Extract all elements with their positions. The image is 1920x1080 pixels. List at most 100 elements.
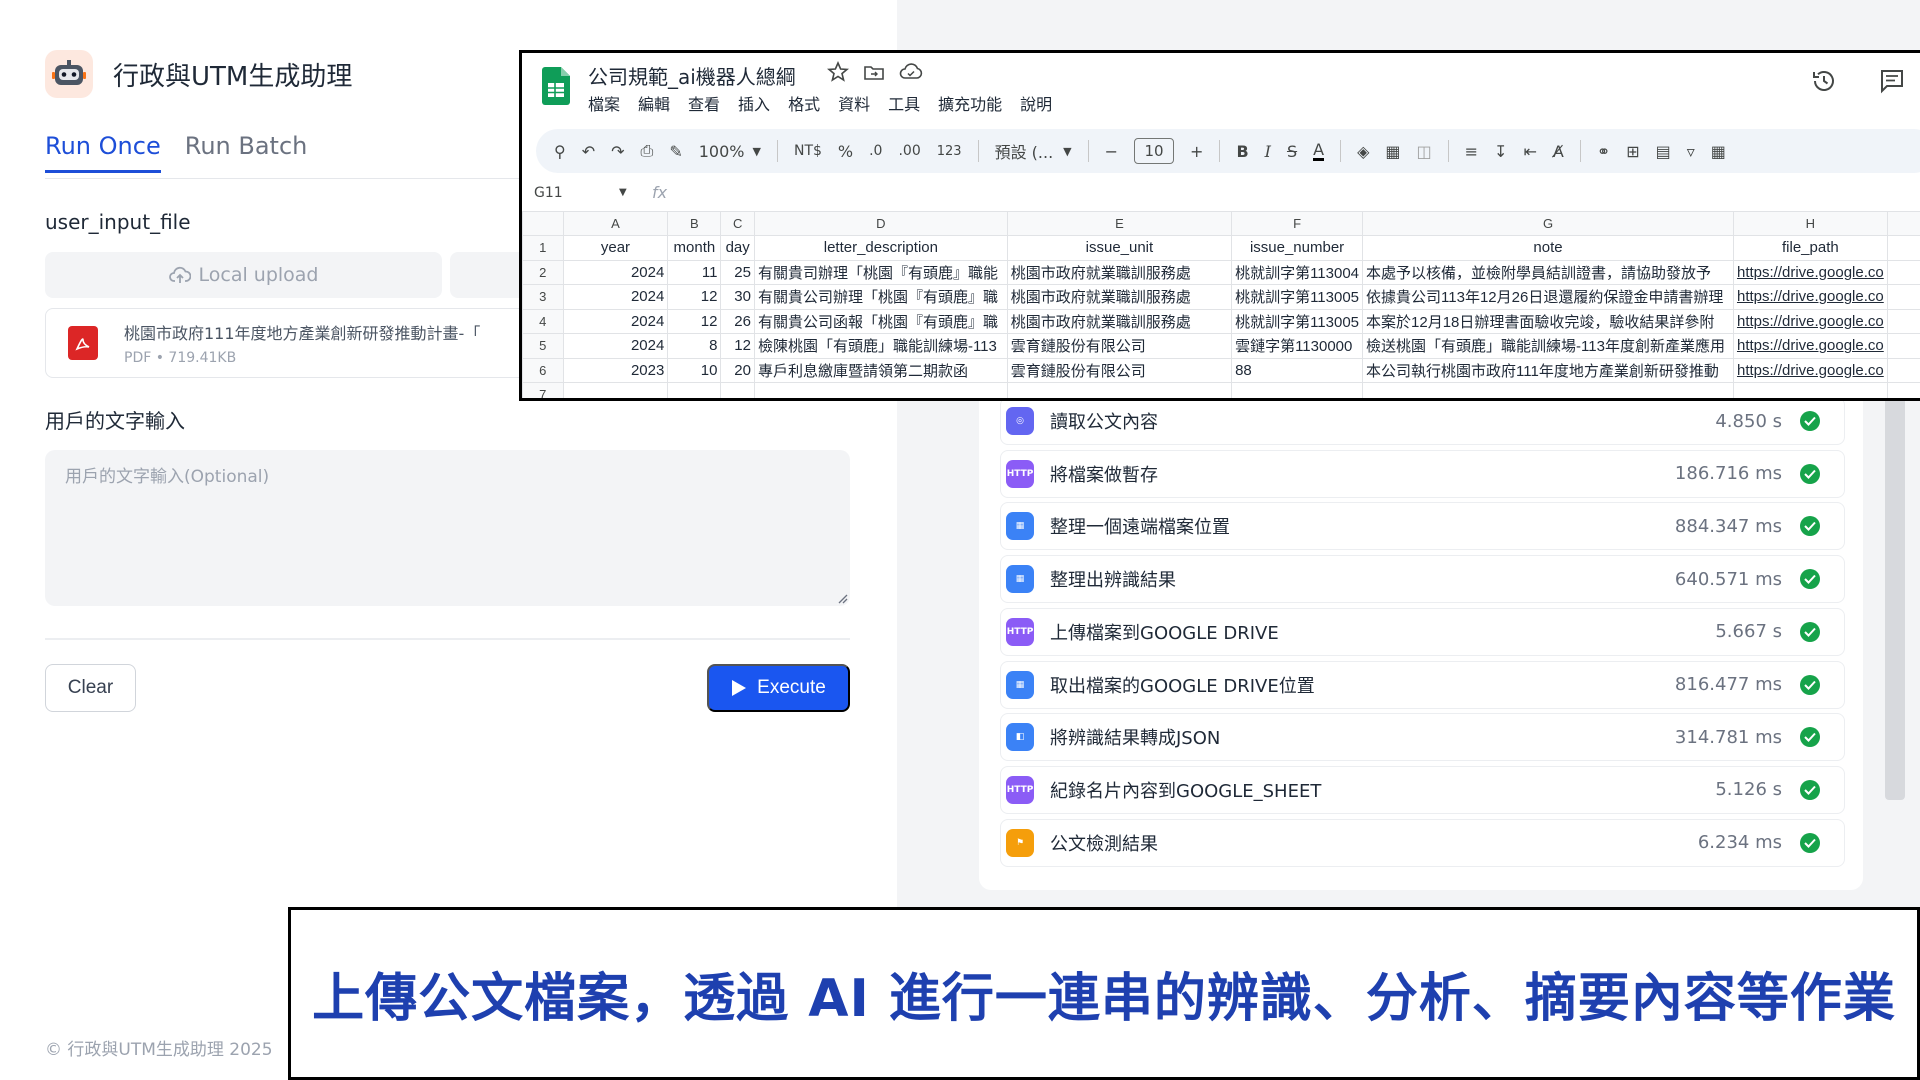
menu-edit[interactable]: 編輯 [638, 91, 670, 115]
sheet-cell[interactable]: 本處予以核備，並檢附學員結訓證書，請協助發放予 [1362, 259, 1734, 285]
menu-format[interactable]: 格式 [788, 91, 820, 115]
sheet-cell[interactable]: 檢送桃園「有頭鹿」職能訓練場-113年度創新產業應用 [1362, 333, 1734, 359]
sheet-cell[interactable]: 有關貴司辦理「桃園『有頭鹿』職能 [753, 259, 1008, 285]
workflow-step[interactable]: ◧ 將辨識結果轉成JSON 314.781 ms [1000, 713, 1845, 762]
column-header[interactable]: H [1732, 211, 1888, 236]
sheet-cell[interactable]: issue_number [1231, 235, 1364, 261]
workflow-step[interactable]: ▦ 整理出辨識結果 640.571 ms [1000, 555, 1845, 604]
merge-cells-icon[interactable]: ◫ [1417, 142, 1432, 161]
row-header[interactable]: 7 [522, 382, 564, 398]
sheet-cell[interactable]: 桃就訓字第113005 [1231, 284, 1364, 310]
sheet-cell[interactable]: 88 [1231, 357, 1364, 383]
sheet-cell[interactable]: 12 [667, 284, 722, 310]
sheet-cell[interactable]: 雲育鏈股份有限公司 [1006, 357, 1233, 383]
sheet-cell[interactable]: 30 [720, 284, 755, 310]
sheet-cell[interactable] [1362, 382, 1734, 398]
column-header[interactable]: B [667, 211, 722, 236]
plus-icon[interactable]: + [1190, 142, 1203, 161]
sheet-cell[interactable] [1886, 259, 1920, 285]
sheet-cell[interactable]: 25 [720, 259, 755, 285]
row-header[interactable]: 2 [522, 259, 564, 285]
sheet-cell[interactable]: 2024 [562, 308, 669, 334]
zoom-select[interactable]: 100% [699, 142, 745, 161]
table-icon[interactable]: ▦ [1711, 142, 1726, 161]
sheet-cell[interactable]: 11 [667, 259, 722, 285]
column-header[interactable]: F [1231, 211, 1364, 236]
search-icon[interactable]: ⚲ [554, 142, 566, 161]
comments-icon[interactable] [1878, 67, 1906, 95]
name-box[interactable]: G11 [534, 185, 563, 201]
sheet-cell[interactable]: https://drive.google.co [1732, 259, 1888, 285]
sheet-cell[interactable] [1886, 333, 1920, 359]
align-left-icon[interactable]: ≡ [1465, 142, 1478, 161]
menu-help[interactable]: 說明 [1020, 91, 1052, 115]
column-header[interactable] [1886, 211, 1920, 236]
strikethrough-icon[interactable]: S [1287, 142, 1297, 161]
sheet-cell[interactable]: 檢陳桃園「有頭鹿」職能訓練場-113 [753, 333, 1008, 359]
percent-format-button[interactable]: % [838, 142, 853, 161]
sheet-cell[interactable] [1886, 382, 1920, 398]
sheet-cell[interactable]: issue_unit [1006, 235, 1233, 261]
workflow-step[interactable]: ⚑ 公文檢測結果 6.234 ms [1000, 818, 1845, 867]
sheet-cell[interactable]: 桃園市政府就業職訓服務處 [1006, 284, 1233, 310]
sheet-cell[interactable] [667, 382, 722, 398]
sheet-cell[interactable]: file_path [1732, 235, 1888, 261]
user-text-input[interactable] [45, 450, 850, 606]
workflow-step[interactable]: ▦ 取出檔案的GOOGLE DRIVE位置 816.477 ms [1000, 660, 1845, 709]
sheet-cell[interactable] [1231, 382, 1364, 398]
execute-button[interactable]: Execute [707, 664, 850, 712]
tab-run-once[interactable]: Run Once [45, 132, 161, 173]
sheet-cell[interactable]: 雲鏈字第1130000 [1231, 333, 1364, 359]
sheet-cell[interactable] [562, 382, 669, 398]
text-wrap-icon[interactable]: ⇤ [1523, 142, 1536, 161]
vertical-align-icon[interactable]: ↧ [1494, 142, 1507, 161]
decrease-decimal-button[interactable]: .0 [869, 143, 882, 159]
chart-icon[interactable]: ▤ [1656, 142, 1671, 161]
sheet-cell[interactable]: letter_description [753, 235, 1008, 261]
paint-format-icon[interactable]: ✎ [669, 142, 682, 161]
sheet-cell[interactable]: note [1362, 235, 1734, 261]
sheet-cell[interactable]: 2023 [562, 357, 669, 383]
clear-button[interactable]: Clear [45, 664, 136, 712]
tab-run-batch[interactable]: Run Batch [185, 132, 308, 173]
sheet-cell[interactable]: https://drive.google.co [1732, 284, 1888, 310]
sheet-cell[interactable]: 桃園市政府就業職訓服務處 [1006, 259, 1233, 285]
sheet-cell[interactable]: 12 [720, 333, 755, 359]
fill-color-icon[interactable]: ◈ [1357, 142, 1369, 161]
sheet-cell[interactable] [1886, 357, 1920, 383]
sheet-cell[interactable]: 桃就訓字第113004 [1231, 259, 1364, 285]
column-header[interactable]: A [562, 211, 669, 236]
row-header[interactable]: 1 [522, 235, 564, 261]
increase-decimal-button[interactable]: .00 [898, 143, 920, 159]
menu-extensions[interactable]: 擴充功能 [938, 91, 1002, 115]
sheet-cell[interactable] [720, 382, 755, 398]
sheet-cell[interactable] [753, 382, 1008, 398]
workflow-step[interactable]: ◎ 讀取公文內容 4.850 s [1000, 397, 1845, 445]
local-upload-button[interactable]: Local upload [45, 252, 442, 298]
sheet-cell[interactable] [1886, 284, 1920, 310]
print-icon[interactable]: ⎙ [641, 141, 654, 161]
borders-icon[interactable]: ▦ [1385, 142, 1400, 161]
sheet-cell[interactable]: 桃就訓字第113005 [1231, 308, 1364, 334]
workflow-step[interactable]: HTTP 紀錄名片內容到GOOGLE_SHEET 5.126 s [1000, 765, 1845, 814]
sheet-cell[interactable] [1886, 235, 1920, 261]
workflow-step[interactable]: HTTP 將檔案做暫存 186.716 ms [1000, 449, 1845, 498]
italic-icon[interactable]: I [1265, 142, 1271, 161]
text-color-icon[interactable]: A [1313, 141, 1325, 161]
column-header[interactable]: E [1006, 211, 1233, 236]
sheet-cell[interactable]: https://drive.google.co [1732, 308, 1888, 334]
star-icon[interactable] [827, 61, 849, 83]
sheet-grid[interactable]: A B C D E F G H 1 year month day letter_description i… [522, 211, 1920, 398]
column-header[interactable]: G [1362, 211, 1734, 236]
sheet-cell[interactable]: 2024 [562, 259, 669, 285]
text-rotate-icon[interactable]: A̸ [1553, 142, 1564, 161]
sheet-cell[interactable]: 2024 [562, 284, 669, 310]
cloud-status-icon[interactable] [899, 61, 923, 83]
sheet-cell[interactable] [1006, 382, 1233, 398]
font-select[interactable]: 預設 (... [995, 139, 1054, 163]
row-header[interactable]: 4 [522, 308, 564, 334]
workflow-step[interactable]: HTTP 上傳檔案到GOOGLE DRIVE 5.667 s [1000, 607, 1845, 656]
sheet-cell[interactable]: 有關貴公司辦理「桃園『有頭鹿』職 [753, 284, 1008, 310]
sheet-cell[interactable]: year [562, 235, 669, 261]
workflow-step[interactable]: ▦ 整理一個遠端檔案位置 884.347 ms [1000, 502, 1845, 551]
